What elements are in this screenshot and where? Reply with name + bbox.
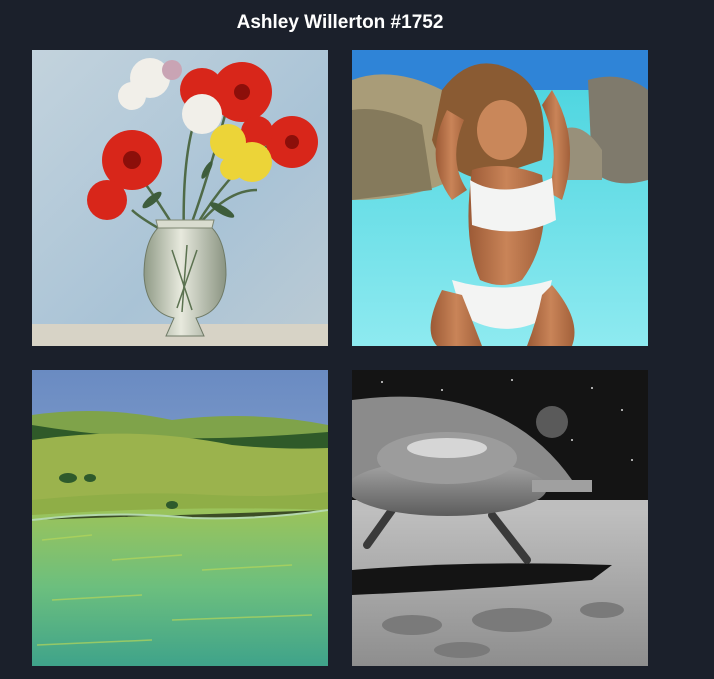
lunar-spaceship-artwork: [352, 370, 648, 666]
page-title: Ashley Willerton #1752: [236, 12, 444, 33]
gallery-image-green-meadow[interactable]: [32, 370, 328, 666]
flowers-vase-artwork: [32, 50, 328, 346]
gallery-image-lunar-spaceship[interactable]: [352, 370, 648, 666]
gallery-image-lagoon-bikini[interactable]: [352, 50, 648, 346]
gallery-image-flowers-vase[interactable]: [32, 50, 328, 346]
lagoon-bikini-artwork: [352, 50, 648, 346]
green-meadow-artwork: [32, 370, 328, 666]
